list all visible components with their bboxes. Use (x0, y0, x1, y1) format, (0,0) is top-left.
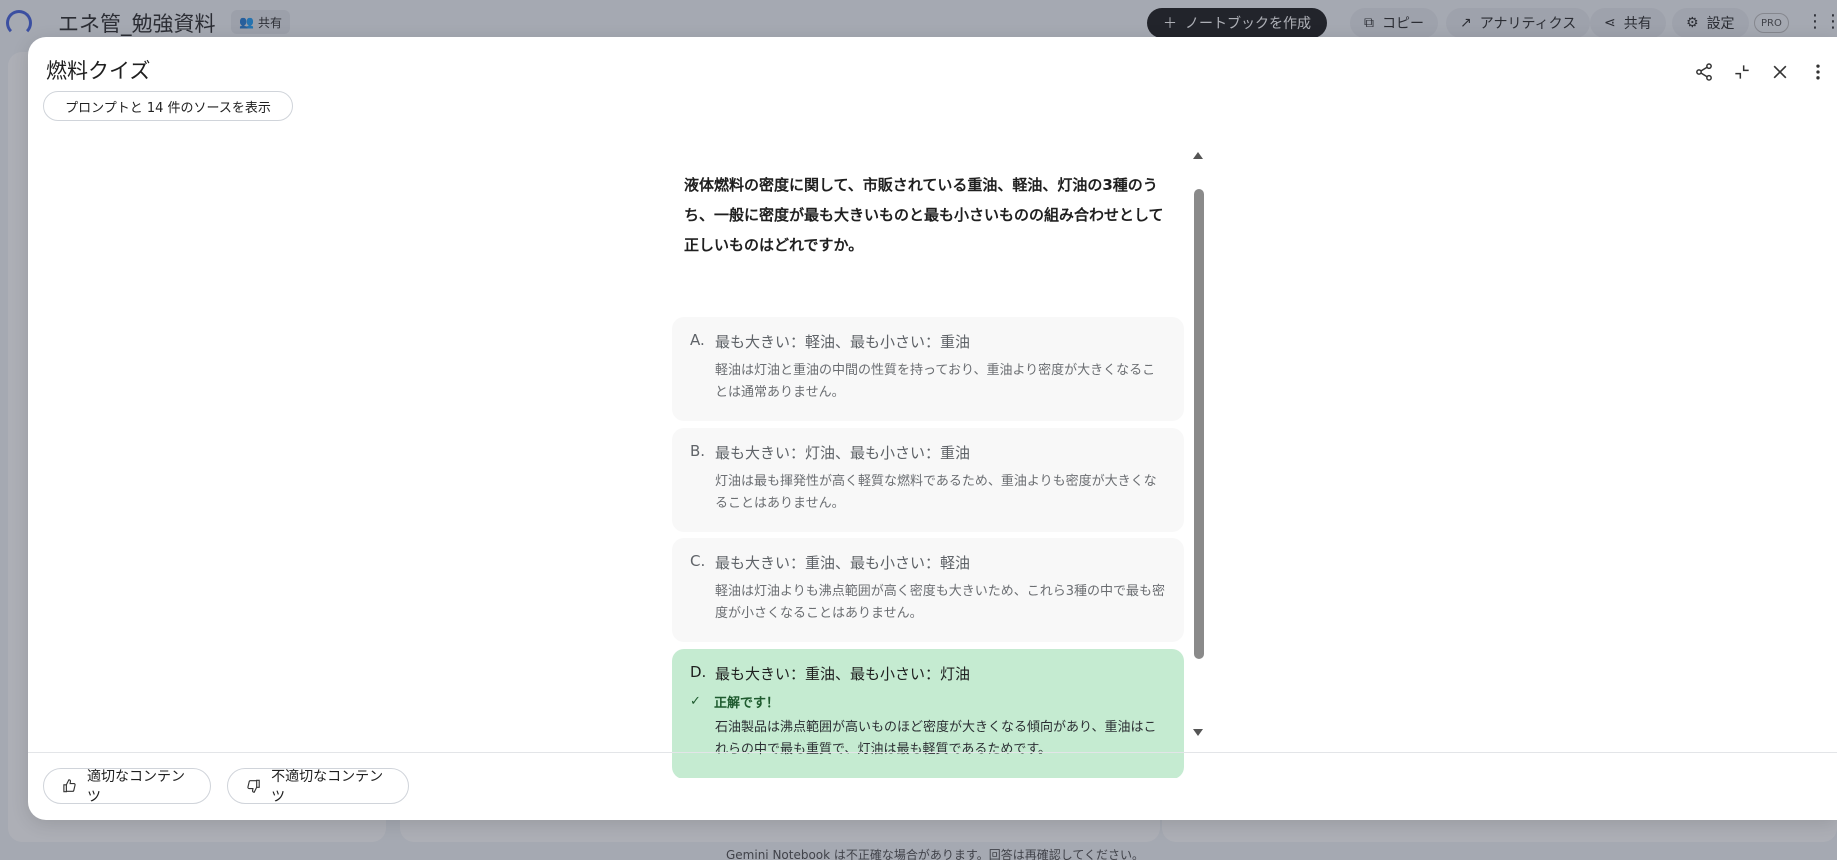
close-icon[interactable] (1761, 55, 1799, 89)
scroll-up-arrow-icon[interactable] (1193, 152, 1203, 159)
more-vert-icon[interactable] (1799, 55, 1837, 89)
quiz-question: 液体燃料の密度に関して、市販されている重油、軽油、灯油の3種のうち、一般に密度が… (684, 176, 1164, 254)
option-text: 最も大きい：軽油、最も小さい：重油 (715, 333, 971, 351)
modal-title: 燃料クイズ (46, 59, 151, 83)
correct-indicator: ✓ 正解です！ (690, 692, 1166, 711)
option-explanation: 灯油は最も揮発性が高く軽質な燃料であるため、重油よりも密度が大きくなることはあり… (715, 474, 1157, 511)
option-explanation: 軽油は灯油よりも沸点範囲が高く密度も大きいため、これら3種の中で最も密度が小さく… (715, 584, 1166, 621)
option-explanation: 軽油は灯油と重油の中間の性質を持っており、重油より密度が大きくなることは通常あり… (715, 363, 1156, 400)
good-content-label: 適切なコンテンツ (87, 769, 185, 805)
bad-content-button[interactable]: 不適切なコンテンツ (227, 768, 409, 805)
option-text: 最も大きい：重油、最も小さい：灯油 (715, 665, 971, 683)
collapse-icon[interactable] (1723, 55, 1761, 89)
option-text: 最も大きい：重油、最も小さい：軽油 (715, 554, 971, 572)
share-icon[interactable] (1685, 55, 1723, 89)
answer-option-a[interactable]: A. 最も大きい：軽油、最も小さい：重油 軽油は灯油と重油の中間の性質を持ってお… (672, 317, 1184, 421)
scroll-thumb[interactable] (1194, 189, 1204, 659)
quiz-scrollbar[interactable] (1190, 149, 1206, 739)
option-letter: B. (690, 442, 706, 460)
modal-actions (1685, 55, 1837, 89)
thumbs-down-icon (247, 779, 260, 793)
modal-footer: 適切なコンテンツ 不適切なコンテンツ (28, 752, 1837, 820)
quiz-modal: 燃料クイズ プロンプトと 14 件のソースを表示 液体燃料の密度に関して、市販さ… (28, 37, 1837, 820)
option-text: 最も大きい：灯油、最も小さい：重油 (715, 444, 971, 462)
show-sources-button[interactable]: プロンプトと 14 件のソースを表示 (43, 91, 293, 121)
answer-option-b[interactable]: B. 最も大きい：灯油、最も小さい：重油 灯油は最も揮発性が高く軽質な燃料である… (672, 428, 1184, 532)
thumbs-up-icon (63, 779, 76, 793)
option-letter: A. (690, 331, 705, 349)
quiz-content: 液体燃料の密度に関して、市販されている重油、軽油、灯油の3種のうち、一般に密度が… (672, 153, 1212, 778)
answer-option-c[interactable]: C. 最も大きい：重油、最も小さい：軽油 軽油は灯油よりも沸点範囲が高く密度も大… (672, 538, 1184, 642)
scroll-down-arrow-icon[interactable] (1193, 729, 1203, 736)
option-letter: C. (690, 552, 706, 570)
correct-label: 正解です！ (714, 696, 780, 711)
good-content-button[interactable]: 適切なコンテンツ (43, 768, 211, 805)
option-letter: D. (690, 663, 707, 681)
check-icon: ✓ (690, 694, 701, 709)
bad-content-label: 不適切なコンテンツ (271, 769, 384, 805)
